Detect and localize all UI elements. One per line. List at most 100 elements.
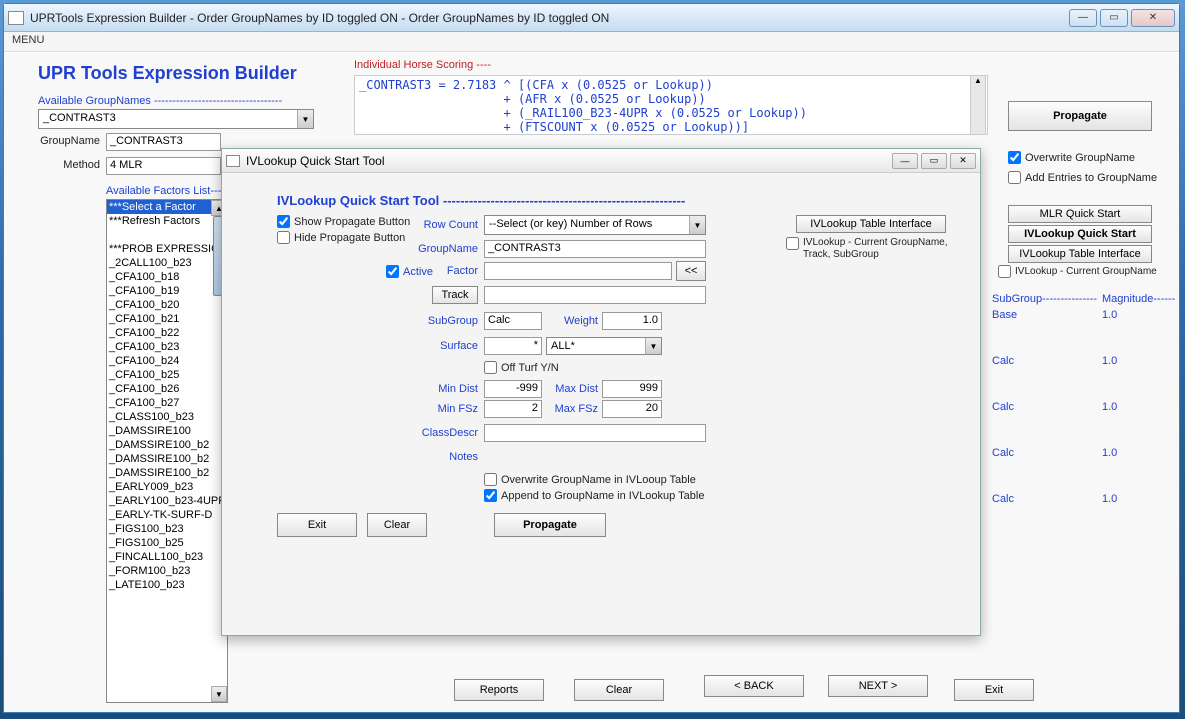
max-dist-input[interactable]: 999 [602, 380, 662, 398]
factors-list-item[interactable]: _2CALL100_b23 [107, 256, 227, 270]
overwrite-in-table-checkbox[interactable]: Overwrite GroupName in IVLooup Table [484, 473, 696, 486]
classdescr-label: ClassDescr [402, 427, 478, 439]
ivlookup-quick-start-button[interactable]: IVLookup Quick Start [1008, 225, 1152, 243]
min-dist-input[interactable]: -999 [484, 380, 542, 398]
reports-button[interactable]: Reports [454, 679, 544, 701]
dlg-clear-button[interactable]: Clear [367, 513, 427, 537]
dlg-ivlookup-current-checkbox[interactable]: IVLookup - Current GroupName, Track, Sub… [786, 237, 956, 261]
add-entries-checkbox[interactable]: Add Entries to GroupName [1008, 171, 1157, 184]
factors-list-item[interactable]: _CFA100_b19 [107, 284, 227, 298]
subgroup-value: Base [992, 309, 1017, 321]
classdescr-input[interactable] [484, 424, 706, 442]
groupname-input[interactable]: _CONTRAST3 [106, 133, 221, 151]
factors-list-item[interactable]: _FIGS100_b23 [107, 522, 227, 536]
factors-list-item[interactable] [107, 228, 227, 242]
overwrite-groupname-checkbox[interactable]: Overwrite GroupName [1008, 151, 1135, 164]
ivlookup-current-groupname-checkbox[interactable]: IVLookup - Current GroupName [998, 265, 1157, 278]
dlg-track-input[interactable] [484, 286, 706, 304]
factors-list-item[interactable]: _CFA100_b18 [107, 270, 227, 284]
append-in-table-checkbox[interactable]: Append to GroupName in IVLookup Table [484, 489, 704, 502]
factors-list-item[interactable]: _EARLY100_b23-4UPR [107, 494, 227, 508]
dialog-maximize-button[interactable]: ▭ [921, 153, 947, 169]
factor-back-button[interactable]: << [676, 261, 706, 281]
factors-list-item[interactable]: _EARLY-TK-SURF-D [107, 508, 227, 522]
factors-list-item[interactable]: _FORM100_b23 [107, 564, 227, 578]
chevron-down-icon[interactable]: ▼ [645, 338, 661, 354]
factors-list-item[interactable]: _CFA100_b26 [107, 382, 227, 396]
propagate-button[interactable]: Propagate [1008, 101, 1152, 131]
expression-textarea[interactable]: _CONTRAST3 = 2.7183 ^ [(CFA x (0.0525 or… [354, 75, 988, 135]
dlg-exit-button[interactable]: Exit [277, 513, 357, 537]
chevron-down-icon[interactable]: ▼ [297, 110, 313, 128]
factors-list-item[interactable]: _LATE100_b23 [107, 578, 227, 592]
row-count-combo[interactable]: --Select (or key) Number of Rows▼ [484, 215, 706, 235]
minimize-button[interactable]: — [1069, 9, 1097, 27]
factors-list-item[interactable]: _CFA100_b22 [107, 326, 227, 340]
ivlookup-dialog: IVLookup Quick Start Tool — ▭ ✕ IVLookup… [221, 148, 981, 636]
factors-list-item[interactable]: ***PROB EXPRESSION [107, 242, 227, 256]
dlg-factor-input[interactable] [484, 262, 672, 280]
method-input[interactable]: 4 MLR [106, 157, 221, 175]
dialog-titlebar: IVLookup Quick Start Tool — ▭ ✕ [222, 149, 980, 173]
factors-list-item[interactable]: _FINCALL100_b23 [107, 550, 227, 564]
dialog-close-button[interactable]: ✕ [950, 153, 976, 169]
dlg-weight-input[interactable]: 1.0 [602, 312, 662, 330]
dlg-groupname-input[interactable]: _CONTRAST3 [484, 240, 706, 258]
track-button[interactable]: Track [432, 286, 478, 304]
dlg-ivlookup-table-button[interactable]: IVLookup Table Interface [796, 215, 946, 233]
dialog-title: IVLookup Quick Start Tool [246, 154, 385, 168]
subgroup-value: Calc [992, 447, 1014, 459]
magnitude-value: 1.0 [1102, 493, 1117, 505]
mlr-quick-start-button[interactable]: MLR Quick Start [1008, 205, 1152, 223]
dialog-body: IVLookup Quick Start Tool --------------… [222, 173, 980, 635]
factors-list-item[interactable]: _DAMSSIRE100_b2 [107, 466, 227, 480]
scroll-down-icon[interactable]: ▼ [211, 686, 227, 702]
expression-label: Individual Horse Scoring ---- [354, 59, 491, 71]
dlg-surface-input[interactable]: * [484, 337, 542, 355]
dlg-factor-label: Factor [402, 265, 478, 277]
factors-list-item[interactable]: _CFA100_b25 [107, 368, 227, 382]
magnitude-header: Magnitude------ [1102, 293, 1175, 305]
factors-list-item[interactable]: _CLASS100_b23 [107, 410, 227, 424]
dlg-weight-label: Weight [552, 315, 598, 327]
factors-list-item[interactable]: _FIGS100_b25 [107, 536, 227, 550]
factors-list-item[interactable]: ***Select a Factor [107, 200, 227, 214]
groupnames-combo[interactable]: _CONTRAST3 ▼ [38, 109, 314, 129]
available-groupnames-label: Available GroupNames -------------------… [38, 95, 282, 107]
factors-list-item[interactable]: _CFA100_b21 [107, 312, 227, 326]
content-area: UPR Tools Expression Builder Available G… [4, 53, 1179, 712]
min-fsz-input[interactable]: 2 [484, 400, 542, 418]
max-fsz-input[interactable]: 20 [602, 400, 662, 418]
max-fsz-label: Max FSz [552, 403, 598, 415]
off-turf-checkbox[interactable]: Off Turf Y/N [484, 361, 559, 374]
dlg-propagate-button[interactable]: Propagate [494, 513, 606, 537]
factors-list-item[interactable]: _CFA100_b24 [107, 354, 227, 368]
show-propagate-checkbox[interactable]: Show Propagate Button [277, 215, 410, 228]
factors-list-item[interactable]: ***Refresh Factors [107, 214, 227, 228]
factors-list-item[interactable]: _DAMSSIRE100_b2 [107, 438, 227, 452]
factors-list-item[interactable]: _DAMSSIRE100_b2 [107, 452, 227, 466]
expression-scrollbar[interactable]: ▲ [970, 75, 986, 135]
factors-list-item[interactable]: _CFA100_b27 [107, 396, 227, 410]
ivlookup-table-interface-button[interactable]: IVLookup Table Interface [1008, 245, 1152, 263]
notes-label: Notes [402, 451, 478, 463]
chevron-down-icon[interactable]: ▼ [689, 216, 705, 234]
dlg-subgroup-input[interactable]: Calc [484, 312, 542, 330]
menu-bar[interactable]: MENU [4, 32, 1179, 52]
maximize-button[interactable]: ▭ [1100, 9, 1128, 27]
dlg-surface-combo[interactable]: ALL*▼ [546, 337, 662, 355]
next-button[interactable]: NEXT > [828, 675, 928, 697]
clear-button[interactable]: Clear [574, 679, 664, 701]
close-button[interactable]: ✕ [1131, 9, 1175, 27]
factors-list-item[interactable]: _CFA100_b20 [107, 298, 227, 312]
back-button[interactable]: < BACK [704, 675, 804, 697]
factors-list-item[interactable]: _CFA100_b23 [107, 340, 227, 354]
hide-propagate-checkbox[interactable]: Hide Propagate Button [277, 231, 405, 244]
exit-button[interactable]: Exit [954, 679, 1034, 701]
magnitude-value: 1.0 [1102, 355, 1117, 367]
window-title: UPRTools Expression Builder - Order Grou… [30, 11, 1069, 25]
factors-listbox[interactable]: ***Select a Factor***Refresh Factors ***P… [106, 199, 228, 703]
dialog-minimize-button[interactable]: — [892, 153, 918, 169]
factors-list-item[interactable]: _EARLY009_b23 [107, 480, 227, 494]
factors-list-item[interactable]: _DAMSSIRE100 [107, 424, 227, 438]
